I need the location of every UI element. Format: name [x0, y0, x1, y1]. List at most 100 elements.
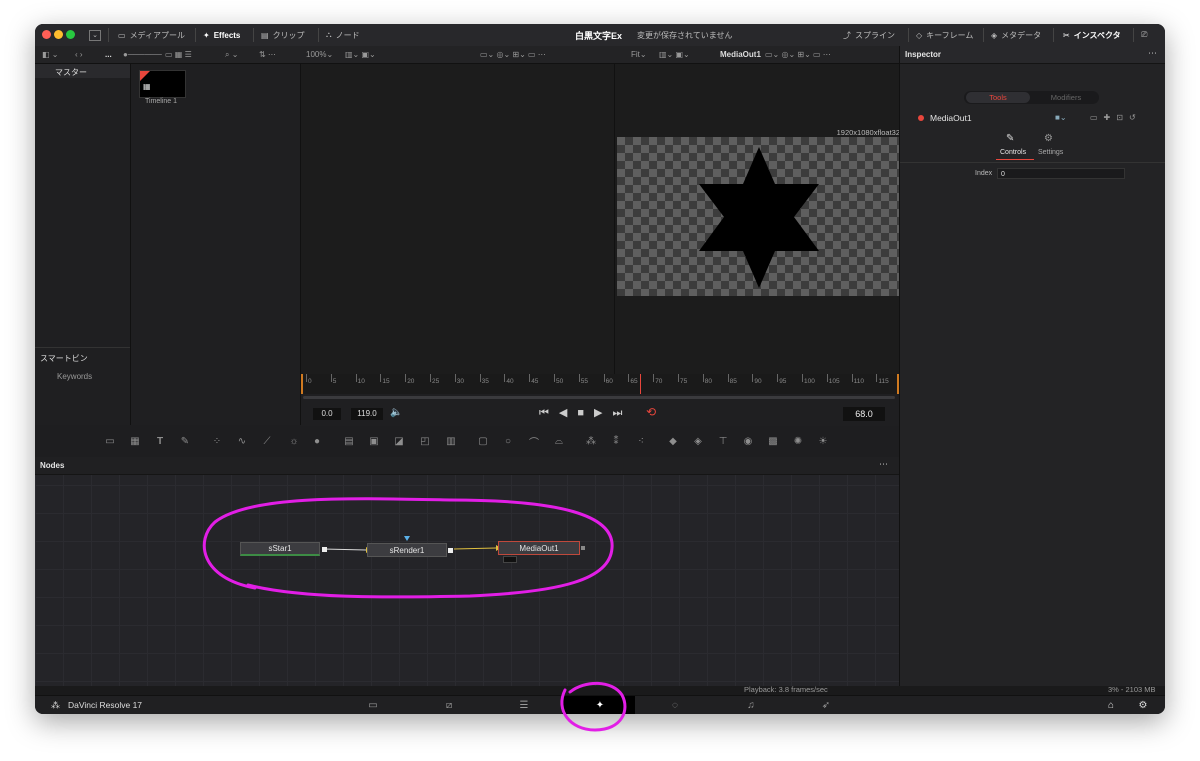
- renderer3d-tool-icon[interactable]: ▩: [767, 435, 779, 447]
- inspector-button[interactable]: ✂ インスペクタ: [1063, 24, 1121, 46]
- gear-icon[interactable]: ⚙: [1136, 699, 1150, 712]
- fairlight-page-icon[interactable]: ♫: [744, 699, 758, 712]
- bin-master[interactable]: マスター: [55, 67, 87, 78]
- index-label: Index: [975, 170, 993, 177]
- viewer2-options-icons[interactable]: ▥⌄ ▣⌄: [659, 46, 690, 63]
- brightness-tool-icon[interactable]: ☼: [288, 435, 300, 447]
- node-viewer-indicator: [503, 556, 517, 563]
- end-time-field[interactable]: 119.0: [351, 408, 383, 420]
- ruler-tick-line: [802, 374, 803, 382]
- home-icon[interactable]: ⌂: [1104, 699, 1118, 712]
- transform-tool-icon[interactable]: ▥: [445, 435, 457, 447]
- inspector-options-icon[interactable]: ⋯: [1148, 48, 1157, 59]
- ambient-light-tool-icon[interactable]: ☀: [817, 435, 829, 447]
- panel-toggle-icon[interactable]: ◧ ⌄: [42, 46, 58, 63]
- node-mediaout1[interactable]: MediaOut1: [498, 541, 580, 555]
- merge-tool-icon[interactable]: ▤: [343, 435, 355, 447]
- zoom-select[interactable]: 100% ⌄: [306, 46, 333, 63]
- ellipse-tool-icon[interactable]: ○: [502, 435, 514, 447]
- current-frame-field[interactable]: 68.0: [843, 407, 885, 421]
- node-sstar1[interactable]: sStar1: [240, 542, 320, 556]
- timeline-clip-thumbnail[interactable]: ▦: [139, 70, 186, 98]
- speaker-icon[interactable]: 🔈: [390, 407, 402, 418]
- polyline-tool-icon[interactable]: ⌒: [528, 435, 540, 449]
- spline-button[interactable]: ⤴ スプライン: [843, 24, 895, 46]
- ruler-tick-line: [330, 374, 332, 382]
- viewer2-tools-icons[interactable]: ▭⌄ ◎⌄ ⊞⌄ ▭ ⋯: [765, 46, 831, 63]
- polygon-tool-icon[interactable]: ⟋: [261, 435, 273, 447]
- media-page-icon[interactable]: ▭: [366, 699, 380, 712]
- dropdown-menu-button[interactable]: ⌄: [89, 24, 101, 46]
- subtab-controls[interactable]: Controls: [1000, 149, 1026, 156]
- view-mode-icons[interactable]: ▭ ▦ ☰: [165, 46, 192, 63]
- paint-tool-icon[interactable]: ✎: [179, 435, 191, 447]
- node-output-port[interactable]: [448, 548, 453, 553]
- playback-controls[interactable]: ⏮◀■▶⏭: [539, 406, 632, 420]
- matte-tool-icon[interactable]: ▣: [368, 435, 380, 447]
- fast-noise-tool-icon[interactable]: ▦: [129, 435, 141, 447]
- nav-arrows[interactable]: ‹ ›: [75, 46, 83, 63]
- playhead[interactable]: [640, 374, 641, 394]
- tab-modifiers[interactable]: Modifiers: [1034, 92, 1098, 103]
- close-window-button[interactable]: [42, 30, 51, 39]
- deliver-page-icon[interactable]: ➶: [819, 699, 833, 712]
- nodes-button[interactable]: ⛬ ノード: [326, 24, 360, 46]
- viewer-canvas[interactable]: [617, 137, 899, 296]
- camera3d-tool-icon[interactable]: ◉: [742, 435, 754, 447]
- rectangle-tool-icon[interactable]: ▢: [477, 435, 489, 447]
- bspline-tool-icon[interactable]: ⌓: [553, 435, 565, 447]
- ruler-tick-label: 95: [779, 378, 787, 385]
- fusion-page-icon[interactable]: ✦: [593, 699, 607, 712]
- clips-button[interactable]: ▤ クリップ: [261, 24, 305, 46]
- zoom-window-button[interactable]: [66, 30, 75, 39]
- viewer-tools-icons[interactable]: ▭⌄ ◎⌄ ⊞⌄ ▭ ⋯: [480, 46, 546, 63]
- drop-tool-icon[interactable]: ●: [311, 435, 323, 447]
- node-output-port[interactable]: [581, 546, 585, 550]
- more-dots[interactable]: ...: [105, 46, 112, 63]
- shape3d-tool-icon[interactable]: ◆: [667, 435, 679, 447]
- particles-tool-icon[interactable]: ⁘: [211, 435, 223, 447]
- search-icon[interactable]: ⌕ ⌄: [225, 46, 238, 63]
- cut-page-icon[interactable]: ⧄: [442, 699, 456, 712]
- scrub-bar[interactable]: [303, 396, 895, 399]
- loop-icon[interactable]: ⟲: [646, 405, 656, 419]
- memory-status: 3% - 2103 MB: [1108, 685, 1156, 694]
- background-tool-icon[interactable]: ▭: [104, 435, 116, 447]
- smart-bin-keywords[interactable]: Keywords: [57, 372, 92, 381]
- node-color-select[interactable]: ■⌄: [1055, 113, 1067, 122]
- media-pool-button[interactable]: ▭ メディアプール: [118, 24, 185, 46]
- viewer-left[interactable]: [301, 64, 615, 374]
- ruler-tick-line: [752, 374, 754, 382]
- sort-icon[interactable]: ⇅ ⋯: [259, 46, 276, 63]
- bezier-tool-icon[interactable]: ∿: [236, 435, 248, 447]
- particle-style-icon[interactable]: ⁖: [635, 435, 647, 447]
- mask-tool-icon[interactable]: ◪: [393, 435, 405, 447]
- ruler-tick-label: 70: [655, 378, 663, 385]
- text-tool-icon[interactable]: T: [154, 435, 166, 447]
- merge3d-tool-icon[interactable]: ◈: [692, 435, 704, 447]
- subtab-settings[interactable]: Settings: [1038, 149, 1063, 156]
- fullscreen-button[interactable]: ⎚: [1141, 24, 1147, 46]
- emitter-tool-icon[interactable]: ⁂: [585, 435, 597, 447]
- keyframes-button[interactable]: ◇ キーフレーム: [916, 24, 973, 46]
- node-srender1[interactable]: sRender1: [367, 543, 447, 557]
- minimize-window-button[interactable]: [54, 30, 63, 39]
- thumbnail-size-slider[interactable]: ●──────: [123, 46, 162, 63]
- fit-select[interactable]: Fit ⌄: [631, 46, 647, 63]
- edit-page-icon[interactable]: ☰: [517, 699, 531, 712]
- timeline-ruler[interactable]: 0 5 10 15 20 25 30 35 40 45 50 55 60 65 70 75 80 85 90 95 10…: [301, 374, 899, 394]
- node-header-icons[interactable]: ▭✚⊡↺: [1090, 113, 1142, 122]
- text3d-tool-icon[interactable]: ⊤: [717, 435, 729, 447]
- color-page-icon[interactable]: ◌: [668, 699, 682, 712]
- effects-button[interactable]: ✦ Effects: [203, 24, 240, 46]
- particle-render-icon[interactable]: ⁑: [610, 435, 622, 447]
- node-output-port[interactable]: [322, 547, 327, 552]
- resize-tool-icon[interactable]: ◰: [419, 435, 431, 447]
- tab-tools[interactable]: Tools: [966, 92, 1030, 103]
- light3d-tool-icon[interactable]: ✺: [792, 435, 804, 447]
- metadata-button[interactable]: ◈ メタデータ: [991, 24, 1041, 46]
- ruler-tick-line: [777, 374, 779, 382]
- viewer-options-icons[interactable]: ▥⌄ ▣⌄: [345, 46, 376, 63]
- start-time-field[interactable]: 0.0: [313, 408, 341, 420]
- index-field[interactable]: 0: [997, 168, 1125, 179]
